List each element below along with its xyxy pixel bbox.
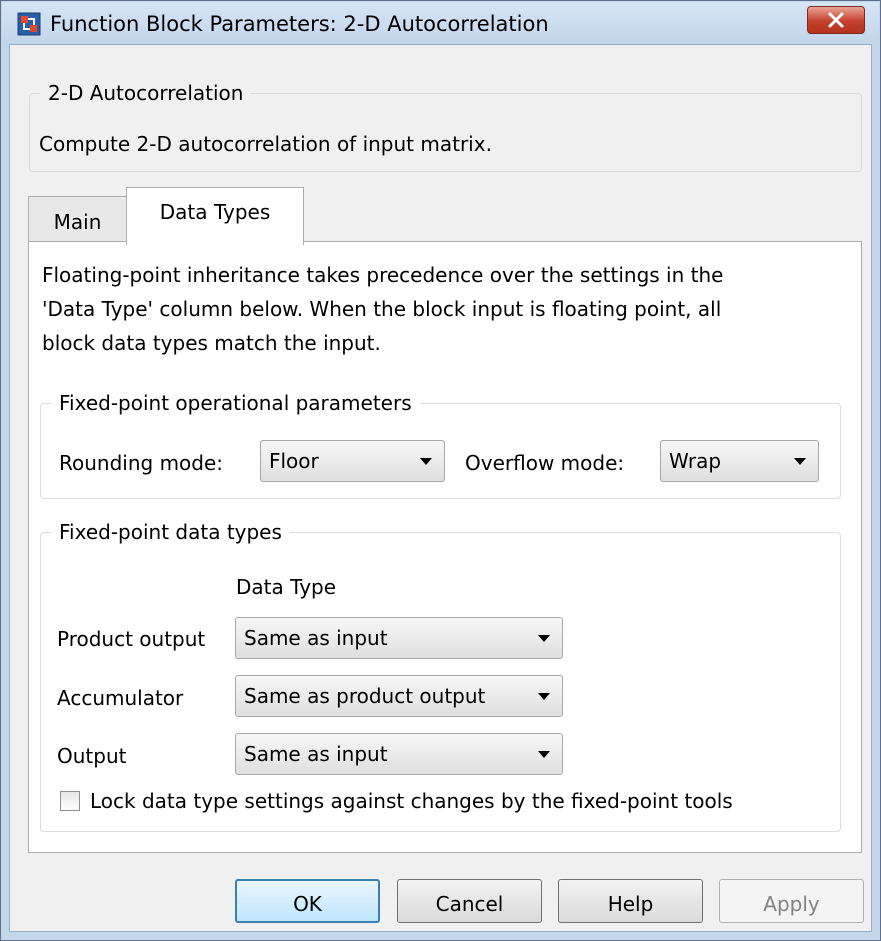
chevron-down-icon: [794, 458, 806, 465]
fixed-point-data-types-group: Fixed-point data types Data Type Product…: [40, 518, 841, 832]
chevron-down-icon: [538, 751, 550, 758]
data-type-column-header: Data Type: [236, 575, 337, 599]
product-output-value: Same as input: [244, 626, 388, 650]
overflow-mode-label: Overflow mode:: [465, 451, 625, 475]
output-select[interactable]: Same as input: [235, 733, 563, 775]
description-group-title: 2-D Autocorrelation: [40, 79, 252, 107]
fixed-point-data-types-title: Fixed-point data types: [51, 518, 290, 546]
chevron-down-icon: [538, 693, 550, 700]
tab-main[interactable]: Main: [28, 196, 127, 241]
chevron-down-icon: [538, 635, 550, 642]
description-group: 2-D Autocorrelation Compute 2-D autocorr…: [29, 79, 862, 172]
rounding-mode-select[interactable]: Floor: [260, 440, 445, 482]
accumulator-value: Same as product output: [244, 684, 486, 708]
data-types-panel: Floating-point inheritance takes precede…: [28, 241, 862, 853]
overflow-mode-select[interactable]: Wrap: [660, 440, 819, 482]
window-title: Function Block Parameters: 2-D Autocorre…: [50, 12, 549, 36]
intro-text-line-1: Floating-point inheritance takes precede…: [42, 263, 724, 287]
title-bar[interactable]: Function Block Parameters: 2-D Autocorre…: [2, 2, 879, 44]
overflow-mode-value: Wrap: [669, 449, 722, 473]
chevron-down-icon: [420, 458, 432, 465]
cancel-button[interactable]: Cancel: [397, 879, 542, 923]
intro-text-line-3: block data types match the input.: [42, 331, 381, 355]
apply-button[interactable]: Apply: [719, 879, 864, 923]
output-value: Same as input: [244, 742, 388, 766]
intro-text-line-2: 'Data Type' column below. When the block…: [42, 297, 722, 321]
product-output-select[interactable]: Same as input: [235, 617, 563, 659]
simulink-block-icon: [17, 12, 41, 36]
accumulator-select[interactable]: Same as product output: [235, 675, 563, 717]
operational-parameters-title: Fixed-point operational parameters: [51, 389, 420, 417]
close-icon: [828, 12, 844, 28]
close-button[interactable]: [807, 6, 865, 34]
operational-parameters-group: Fixed-point operational parameters Round…: [40, 389, 841, 499]
help-button[interactable]: Help: [558, 879, 703, 923]
rounding-mode-value: Floor: [269, 449, 319, 473]
rounding-mode-label: Rounding mode:: [59, 451, 224, 475]
accumulator-label: Accumulator: [57, 686, 184, 710]
tab-data-types-label: Data Types: [159, 200, 271, 224]
tab-main-label: Main: [53, 210, 102, 234]
dialog-window: Function Block Parameters: 2-D Autocorre…: [0, 0, 881, 941]
ok-button[interactable]: OK: [235, 879, 380, 923]
product-output-label: Product output: [57, 627, 206, 651]
description-text: Compute 2-D autocorrelation of input mat…: [39, 132, 492, 156]
output-label: Output: [57, 744, 127, 768]
tab-data-types[interactable]: Data Types: [126, 187, 304, 245]
dialog-client-area: 2-D Autocorrelation Compute 2-D autocorr…: [9, 44, 872, 932]
lock-data-type-checkbox[interactable]: [60, 791, 80, 811]
lock-data-type-label[interactable]: Lock data type settings against changes …: [90, 787, 733, 815]
